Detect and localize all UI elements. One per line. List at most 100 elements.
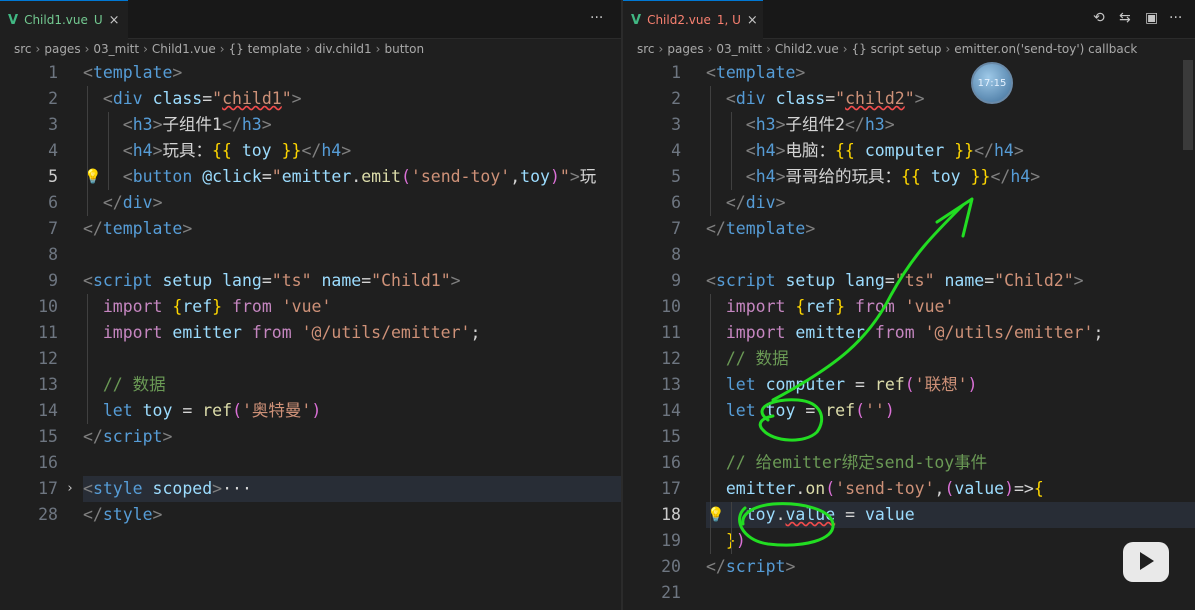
close-icon[interactable]: ×	[747, 13, 758, 28]
code-token: "	[904, 89, 915, 108]
code-token: <	[83, 271, 93, 290]
code-line[interactable]: 9 <script setup lang="ts" name="Child1">	[0, 268, 621, 294]
code-token: </	[221, 115, 242, 134]
code-line[interactable]: 2 <div class="child2">	[623, 86, 1195, 112]
code-token: >	[152, 505, 163, 524]
code-line[interactable]: 1 <template>	[0, 60, 621, 86]
tab-child1[interactable]: V Child1.vue U ×	[0, 0, 128, 39]
code-token: )	[1004, 479, 1014, 498]
code-text: <h3>子组件2</h3>	[706, 112, 895, 138]
code-text: </template>	[706, 216, 815, 242]
code-line[interactable]: 4 <h4>电脑：{{ computer }}</h4>	[623, 138, 1195, 164]
code-line[interactable]: 1 <template>	[623, 60, 1195, 86]
fold-chevron-icon[interactable]: ›	[66, 476, 74, 502]
code-token: ref	[874, 375, 905, 394]
breadcrumb-item[interactable]: src	[14, 42, 32, 56]
code-line[interactable]: 16 // 给emitter绑定send-toy事件	[623, 450, 1195, 476]
code-line[interactable]: 18 💡 toy.value = value	[623, 502, 1195, 528]
breadcrumb-item[interactable]: Child2.vue	[775, 42, 839, 56]
code-token: emitter	[725, 479, 796, 498]
breadcrumb-item[interactable]: emitter.on('send-toy') callback	[954, 42, 1137, 56]
code-token: <	[122, 167, 133, 186]
code-token: =	[984, 271, 995, 290]
code-token: h3	[864, 115, 885, 134]
code-editor[interactable]: 1 <template> 2 <div class="child1"> 3 <h3>子…	[0, 60, 621, 610]
code-line[interactable]: 21	[623, 580, 1195, 606]
code-editor[interactable]: 1 <template> 2 <div class="child2"> 3 <h3>子…	[623, 60, 1195, 610]
compare-icon[interactable]: ⇆	[1119, 10, 1131, 26]
line-number: 17	[38, 479, 58, 498]
code-line[interactable]: 12	[0, 346, 621, 372]
code-line[interactable]: 11 import emitter from '@/utils/emitter'…	[623, 320, 1195, 346]
code-line[interactable]: 15	[623, 424, 1195, 450]
breadcrumb-item[interactable]: Child1.vue	[152, 42, 216, 56]
code-line[interactable]: 16	[0, 450, 621, 476]
code-line[interactable]: 14 let toy = ref('奥特曼')	[0, 398, 621, 424]
line-number: 15	[38, 427, 58, 446]
code-line[interactable]: 7 </template>	[623, 216, 1195, 242]
breadcrumb-item[interactable]: div.child1	[315, 42, 372, 56]
code-line[interactable]: 4 <h4>玩具：{{ toy }}</h4>	[0, 138, 621, 164]
code-line[interactable]: 11 import emitter from '@/utils/emitter'…	[0, 320, 621, 346]
tab-child2[interactable]: V Child2.vue 1, U ×	[623, 0, 763, 39]
code-line[interactable]: 6 </div>	[0, 190, 621, 216]
code-line[interactable]: 10 import {ref} from 'vue'	[623, 294, 1195, 320]
code-line[interactable]: 20 </script>	[623, 554, 1195, 580]
code-line[interactable]: 5 💡 <button @click="emitter.emit('send-to…	[0, 164, 621, 190]
code-line[interactable]: 8	[623, 242, 1195, 268]
code-line[interactable]: 14 let toy = ref('')	[623, 398, 1195, 424]
code-line[interactable]: 12 // 数据	[623, 346, 1195, 372]
code-token: =	[261, 167, 272, 186]
code-line[interactable]: 6 </div>	[623, 190, 1195, 216]
vertical-scrollbar[interactable]	[1183, 60, 1193, 150]
more-icon[interactable]: ···	[1169, 10, 1182, 26]
line-number: 1	[671, 63, 681, 82]
code-token: 哥哥给的玩具：	[785, 167, 902, 186]
breadcrumb-item[interactable]: 03_mitt	[716, 42, 762, 56]
code-text: </script>	[83, 424, 172, 450]
more-actions-icon[interactable]: ···	[590, 10, 603, 26]
indent-guide	[108, 112, 109, 190]
code-token: emitter	[172, 323, 242, 342]
code-line[interactable]: 13 let computer = ref('联想')	[623, 372, 1195, 398]
vue-icon: V	[631, 12, 642, 28]
breadcrumb-item[interactable]: {} script setup	[852, 42, 942, 56]
code-line[interactable]: 28 </style>	[0, 502, 621, 528]
code-line[interactable]: 3 <h3>子组件2</h3>	[623, 112, 1195, 138]
code-token: }}	[954, 141, 975, 160]
indent-guide	[87, 294, 88, 424]
line-number: 11	[661, 323, 681, 342]
code-line[interactable]: 3 <h3>子组件1</h3>	[0, 112, 621, 138]
split-editor-icon[interactable]: ▣	[1145, 10, 1158, 26]
code-line[interactable]: 8	[0, 242, 621, 268]
code-token: "ts"	[894, 271, 935, 290]
breadcrumb-item[interactable]: pages	[667, 42, 703, 56]
close-icon[interactable]: ×	[109, 13, 120, 28]
breadcrumb-item[interactable]: 03_mitt	[93, 42, 139, 56]
breadcrumb-item[interactable]: {} template	[229, 42, 302, 56]
breadcrumb-item[interactable]: button	[384, 42, 424, 56]
code-line[interactable]: 19 })	[623, 528, 1195, 554]
history-icon[interactable]: ⟲	[1093, 10, 1105, 26]
code-token: h4	[132, 141, 153, 160]
breadcrumb-item[interactable]: src	[637, 42, 655, 56]
code-line[interactable]: 10 import {ref} from 'vue'	[0, 294, 621, 320]
breadcrumb-item[interactable]: pages	[44, 42, 80, 56]
code-line[interactable]: 2 <div class="child1">	[0, 86, 621, 112]
code-line[interactable]: 17 emitter.on('send-toy',(value)=>{	[623, 476, 1195, 502]
code-line[interactable]: 7 </template>	[0, 216, 621, 242]
code-line[interactable]: 9 <script setup lang="ts" name="Child2">	[623, 268, 1195, 294]
code-line[interactable]: 17 › <style scoped>···	[0, 476, 621, 502]
code-line[interactable]: 15 </script>	[0, 424, 621, 450]
code-token: {{	[835, 141, 855, 160]
code-line[interactable]: 5 <h4>哥哥给的玩具：{{ toy }}</h4>	[623, 164, 1195, 190]
code-line[interactable]: 13 // 数据	[0, 372, 621, 398]
